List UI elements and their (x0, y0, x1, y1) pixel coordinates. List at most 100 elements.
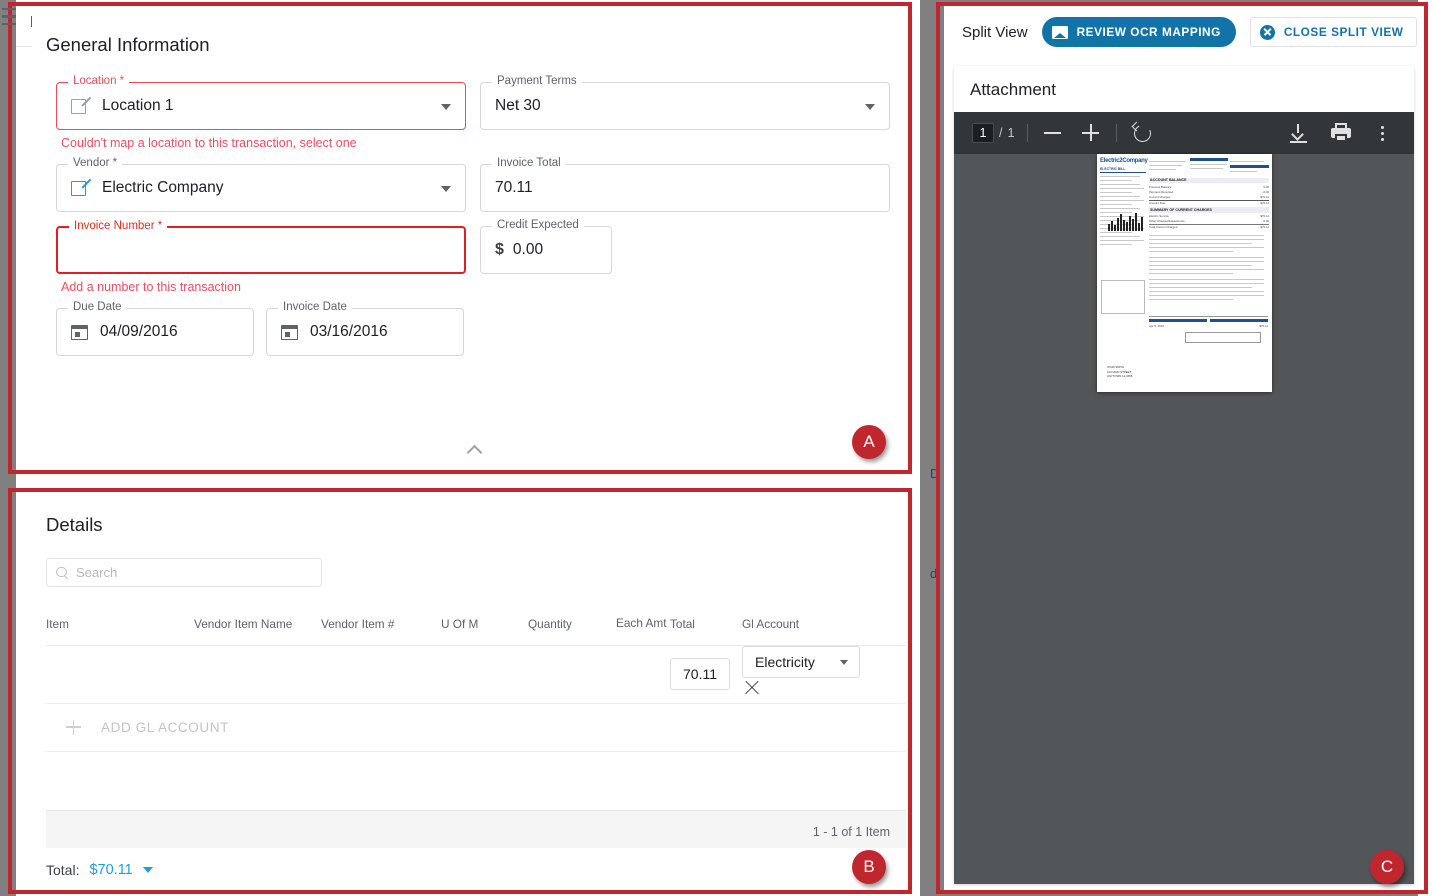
table-row: 70.11 Electricity (46, 645, 906, 704)
column-header-quantity: Quantity (528, 605, 616, 646)
invoice-account-balance-heading: ACCOUNT BALANCE (1149, 177, 1269, 184)
split-view-header: Split View REVIEW OCR MAPPING CLOSE SPLI… (944, 4, 1424, 60)
cell-u-of-m[interactable] (441, 645, 528, 704)
due-date-field[interactable]: Due Date 04/09/2016 (56, 301, 254, 356)
close-split-view-label: CLOSE SPLIT VIEW (1283, 25, 1404, 39)
invoice-usage-chart (1101, 213, 1145, 314)
cell-item[interactable] (46, 645, 194, 704)
search-placeholder: Search (76, 565, 118, 580)
calendar-icon[interactable] (71, 324, 88, 341)
divider-2 (1116, 124, 1118, 142)
attachment-heading: Attachment (970, 80, 1056, 99)
invoice-number-field[interactable]: Invoice Number * (56, 220, 466, 274)
location-field[interactable]: Location * Location 1 (56, 75, 466, 130)
annotation-badge-a: A (852, 425, 886, 459)
details-table: Item Vendor Item Name Vendor Item # U Of… (46, 605, 906, 704)
column-header-item: Item (46, 605, 194, 646)
annotation-badge-c: C (1370, 850, 1404, 884)
invoice-left-column: Electric2Company ELECTRIC BILL (1100, 158, 1148, 248)
plus-icon[interactable] (1079, 121, 1103, 145)
invoice-summary-heading: SUMMARY OF CURRENT CHARGES (1149, 207, 1269, 213)
chevron-down-icon[interactable] (865, 104, 875, 110)
invoice-payment-stub: Apr 9, 2016 $70.11 (1149, 316, 1268, 350)
pdf-page-1[interactable]: Electric2Company ELECTRIC BILL ACCOUNT B… (1097, 154, 1272, 392)
vendor-label: Vendor * (68, 157, 123, 169)
invoice-total-label: Invoice Total (492, 157, 566, 169)
cell-vendor-item-name[interactable] (194, 645, 321, 704)
download-icon[interactable] (1288, 122, 1310, 144)
cell-vendor-item-number[interactable] (321, 645, 441, 704)
document-mapping-icon (1051, 25, 1068, 39)
remove-row-button[interactable] (742, 678, 762, 698)
chevron-up-icon[interactable] (467, 440, 485, 458)
row-gl-account-select[interactable]: Electricity (742, 645, 860, 678)
credit-expected-field[interactable]: Credit Expected $ 0.00 (480, 219, 612, 274)
backdrop-hidden-text: D (930, 466, 940, 481)
page-number-input[interactable]: 1 (972, 123, 994, 143)
invoice-customer-address: JOHN SMITH 123 MAIN STREET ANYTOWN 12-34… (1107, 365, 1132, 378)
pdf-toolbar: 1 / 1 (954, 112, 1414, 154)
invoice-right-column: ACCOUNT BALANCE Previous Balance 0.00 Pay… (1149, 158, 1270, 303)
kebab-menu-icon[interactable] (1372, 122, 1392, 144)
page-separator: / (999, 126, 1003, 140)
pager-text: 1 - 1 of 1 Item (812, 824, 890, 839)
location-error: Couldn't map a location to this transact… (61, 136, 357, 150)
invoice-total-value: 70.11 (495, 179, 533, 196)
print-icon[interactable] (1330, 122, 1352, 144)
hamburger-icon[interactable] (2, 8, 18, 25)
chevron-down-icon[interactable] (441, 186, 451, 192)
invoice-date-field[interactable]: Invoice Date 03/16/2016 (266, 301, 464, 356)
add-gl-account-button[interactable]: ADD GL ACCOUNT (46, 704, 906, 752)
due-date-value: 04/09/2016 (100, 323, 178, 340)
annotation-badge-b: B (852, 850, 886, 884)
page-total: 1 (1007, 126, 1015, 140)
payment-terms-field[interactable]: Payment Terms Net 30 (480, 75, 890, 130)
credit-expected-value: 0.00 (512, 241, 544, 258)
close-circle-icon (1259, 24, 1275, 40)
column-header-gl-account: Gl Account (742, 605, 906, 646)
calendar-icon[interactable] (281, 324, 298, 341)
search-input[interactable]: Search (46, 558, 322, 587)
invoice-date-value: 03/16/2016 (310, 323, 388, 340)
invoice-amount-due: $70.11 (1260, 200, 1269, 205)
cell-gl-account: Electricity (742, 645, 906, 704)
chevron-down-icon[interactable] (142, 867, 153, 873)
invoice-number-error: Add a number to this transaction (61, 280, 241, 294)
vendor-field[interactable]: Vendor * Electric Company (56, 157, 466, 212)
credit-expected-label: Credit Expected (492, 219, 584, 231)
attachment-card: Attachment 1 / 1 Electric2Company ELECTR… (954, 66, 1414, 884)
close-split-view-button[interactable]: CLOSE SPLIT VIEW (1249, 17, 1418, 47)
invoice-total-field[interactable]: Invoice Total 70.11 (480, 157, 890, 212)
split-view-panel: Split View REVIEW OCR MAPPING CLOSE SPLI… (944, 4, 1424, 892)
currency-symbol: $ (495, 241, 504, 258)
section-heading-details: Details (46, 514, 103, 535)
vendor-value: Electric Company (102, 179, 224, 196)
invoice-company-name: Electric2Company (1100, 158, 1148, 164)
column-header-each-amt: Each Amt (616, 605, 670, 646)
cell-quantity[interactable] (528, 645, 616, 704)
cell-each-amt[interactable] (616, 645, 670, 704)
invoice-due-date: Apr 9, 2016 (1149, 324, 1164, 329)
screen-root: D d Draft Transaction - Electric Company… (0, 0, 1432, 896)
table-pager: 1 - 1 of 1 Item (46, 810, 906, 852)
backdrop-hidden-text-2: d (930, 566, 938, 581)
rotate-icon[interactable] (1130, 121, 1154, 145)
total-value[interactable]: $70.11 (89, 862, 132, 878)
external-link-icon[interactable] (71, 179, 90, 198)
chevron-down-icon[interactable] (441, 104, 451, 110)
row-gl-account-value: Electricity (755, 653, 815, 670)
column-header-u-of-m: U Of M (441, 605, 528, 646)
payment-terms-value: Net 30 (495, 97, 541, 114)
split-view-title: Split View (962, 23, 1028, 41)
column-header-vendor-item-number: Vendor Item # (321, 605, 441, 646)
invoice-doc-type: ELECTRIC BILL (1100, 167, 1146, 173)
minus-icon[interactable] (1041, 121, 1065, 145)
review-ocr-mapping-button[interactable]: REVIEW OCR MAPPING (1041, 17, 1236, 47)
external-link-icon[interactable] (71, 97, 90, 116)
row-total-input[interactable]: 70.11 (670, 658, 730, 690)
chevron-down-icon (840, 659, 848, 665)
total-label: Total: (46, 862, 80, 878)
invoice-number-label: Invoice Number * (69, 220, 168, 232)
plus-icon (66, 719, 81, 735)
payment-terms-label: Payment Terms (492, 75, 582, 87)
